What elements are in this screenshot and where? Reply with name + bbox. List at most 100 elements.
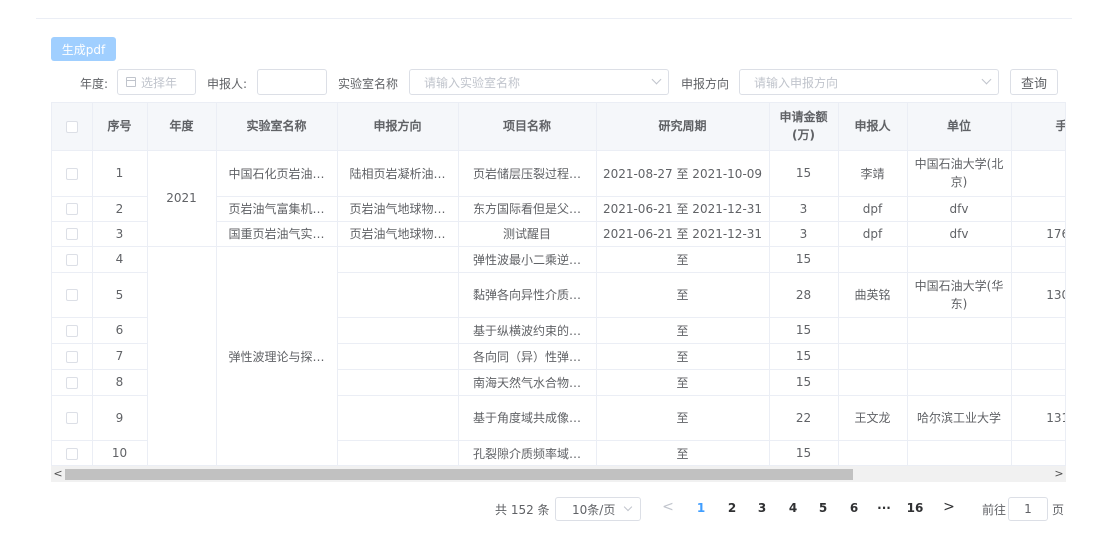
row-select-cell[interactable] <box>52 317 93 344</box>
goto-page-input[interactable]: 1 <box>1008 497 1048 521</box>
select-all-checkbox[interactable] <box>65 120 78 133</box>
next-page-button[interactable]: > <box>942 499 956 515</box>
row-checkbox[interactable] <box>65 167 78 180</box>
page-size-select[interactable]: 10条/页 <box>555 497 641 521</box>
cell-applicant <box>838 369 908 396</box>
cell-project: 孔裂隙介质频率域… <box>458 440 597 467</box>
page-5[interactable]: 5 <box>816 501 830 515</box>
row-checkbox[interactable] <box>65 289 78 301</box>
year-picker[interactable]: 选择年 <box>117 69 196 95</box>
applicant-label: 申报人: <box>207 77 248 91</box>
cell-period: 至 <box>596 395 770 441</box>
cell-lab: 中国石化页岩油… <box>216 150 338 197</box>
prev-page-button[interactable]: < <box>661 499 675 515</box>
cell-applicant <box>838 246 908 273</box>
horizontal-scrollbar[interactable]: < > <box>51 465 1066 482</box>
cell-seq: 9 <box>92 395 148 441</box>
page-16[interactable]: 16 <box>906 501 924 515</box>
query-button[interactable]: 查询 <box>1010 69 1058 95</box>
cell-period: 至 <box>596 440 770 467</box>
row-checkbox[interactable] <box>65 376 78 389</box>
cell-unit <box>907 246 1012 273</box>
goto-page-value: 1 <box>1024 502 1032 516</box>
page-3[interactable]: 3 <box>755 501 769 515</box>
cell-period: 至 <box>596 272 770 318</box>
cell-year: 2021 <box>147 150 217 247</box>
cell-applicant: dpf <box>838 196 908 222</box>
cell-phone: 1312 <box>1011 395 1065 441</box>
row-checkbox[interactable] <box>65 412 78 424</box>
cell-direction <box>337 317 459 344</box>
page-2[interactable]: 2 <box>725 501 739 515</box>
direction-select[interactable]: 请输入申报方向 <box>739 69 999 95</box>
row-checkbox[interactable] <box>65 324 78 337</box>
scroll-left-arrow[interactable]: < <box>51 466 65 483</box>
chevron-down-icon <box>981 74 992 85</box>
cell-applicant: 李靖 <box>838 150 908 197</box>
row-select-cell[interactable] <box>52 369 93 396</box>
page-6[interactable]: 6 <box>847 501 861 515</box>
cell-applicant <box>838 440 908 467</box>
cell-period: 2021-08-27 至 2021-10-09 <box>596 150 770 197</box>
cell-unit: 哈尔滨工业大学 <box>907 395 1012 441</box>
cell-direction <box>337 343 459 370</box>
cell-project: 南海天然气水合物… <box>458 369 597 396</box>
cell-project: 弹性波最小二乘逆… <box>458 246 597 273</box>
row-checkbox[interactable] <box>65 350 78 363</box>
row-select-cell[interactable] <box>52 343 93 370</box>
table-row[interactable]: 1 2021 中国石化页岩油… 陆相页岩凝析油… 页岩储层压裂过程… 2021-… <box>52 150 1065 247</box>
page-ellipsis[interactable]: ··· <box>874 501 894 515</box>
year-label: 年度: <box>80 77 109 91</box>
page-4[interactable]: 4 <box>786 501 800 515</box>
row-select-cell[interactable] <box>52 221 93 247</box>
row-select-cell[interactable] <box>52 196 93 222</box>
row-select-cell[interactable] <box>52 150 93 197</box>
chevron-down-icon <box>651 74 662 85</box>
cell-amount: 15 <box>769 246 839 273</box>
cell-direction: 陆相页岩凝析油… <box>337 150 459 197</box>
applicant-input[interactable] <box>257 69 327 95</box>
scroll-right-arrow[interactable]: > <box>1052 466 1066 483</box>
calendar-icon <box>126 77 136 87</box>
generate-pdf-button[interactable]: 生成pdf <box>51 37 116 61</box>
row-checkbox[interactable] <box>65 203 78 215</box>
cell-seq: 3 <box>92 221 148 247</box>
goto-label: 前往 <box>982 503 1007 517</box>
cell-direction: 页岩油气地球物… <box>337 221 459 247</box>
cell-direction <box>337 246 459 273</box>
cell-amount: 28 <box>769 272 839 318</box>
cell-lab: 弹性波理论与探… <box>216 246 338 467</box>
row-checkbox[interactable] <box>65 447 78 460</box>
select-all-cell[interactable] <box>52 103 93 151</box>
goto-suffix: 页 <box>1052 503 1065 517</box>
lab-select[interactable]: 请输入实验室名称 <box>409 69 669 95</box>
cell-applicant: 曲英铭 <box>838 272 908 318</box>
row-checkbox[interactable] <box>65 253 78 266</box>
header-unit: 单位 <box>907 103 1012 151</box>
header-lab: 实验室名称 <box>216 103 338 151</box>
cell-applicant: 王文龙 <box>838 395 908 441</box>
row-select-cell[interactable] <box>52 395 93 441</box>
scrollbar-thumb[interactable] <box>65 469 853 480</box>
cell-project: 黏弹各向异性介质… <box>458 272 597 318</box>
cell-phone <box>1011 317 1065 344</box>
cell-project: 东方国际看但是父… <box>458 196 597 222</box>
header-project: 项目名称 <box>458 103 597 151</box>
row-select-cell[interactable] <box>52 246 93 273</box>
header-year: 年度 <box>147 103 217 151</box>
cell-phone <box>1011 196 1065 222</box>
table-row[interactable]: 4 弹性波理论与探… 弹性波最小二乘逆… 至 15 <box>52 246 1065 467</box>
header-period: 研究周期 <box>596 103 770 151</box>
cell-unit <box>907 369 1012 396</box>
page-1[interactable]: 1 <box>694 501 708 515</box>
cell-lab: 页岩油气富集机… <box>216 196 338 222</box>
lab-label: 实验室名称 <box>338 77 399 91</box>
cell-amount: 15 <box>769 343 839 370</box>
year-placeholder: 选择年 <box>141 75 178 90</box>
cell-seq: 7 <box>92 343 148 370</box>
cell-phone <box>1011 343 1065 370</box>
row-select-cell[interactable] <box>52 272 93 318</box>
header-direction: 申报方向 <box>337 103 459 151</box>
row-checkbox[interactable] <box>65 228 78 240</box>
row-select-cell[interactable] <box>52 440 93 467</box>
